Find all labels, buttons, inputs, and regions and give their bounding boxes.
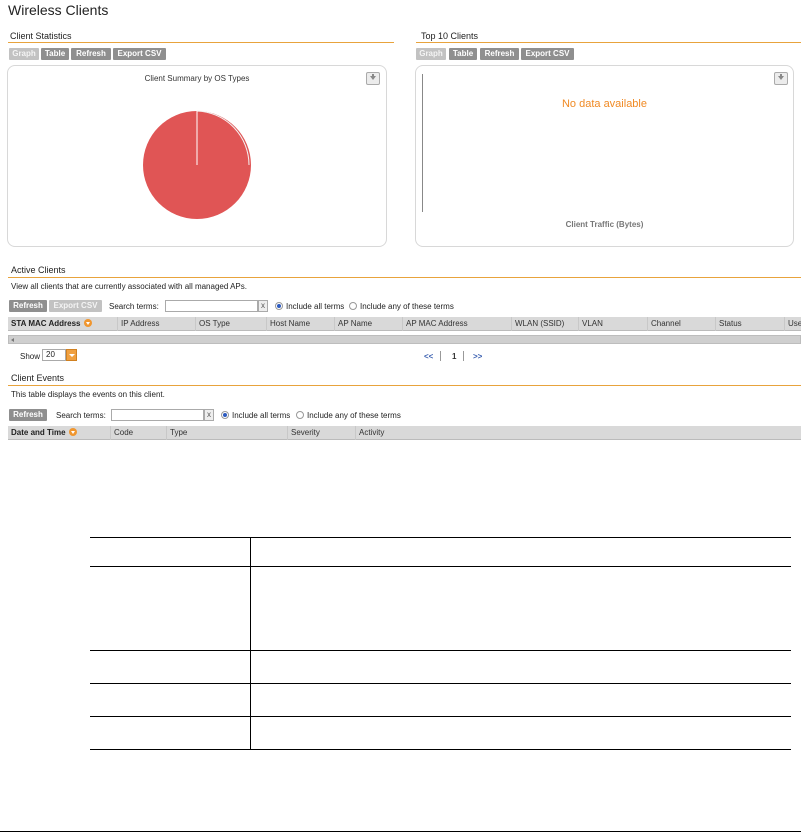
pager-separator: [440, 351, 441, 361]
top-graph-button[interactable]: Graph: [416, 48, 446, 60]
page-title: Wireless Clients: [8, 2, 109, 18]
table-rule: [90, 537, 791, 538]
client-statistics-title: Client Statistics: [10, 31, 72, 41]
table-rule: [90, 650, 791, 651]
top-export-csv-button[interactable]: Export CSV: [521, 48, 574, 60]
sort-icon[interactable]: [83, 319, 92, 327]
events-include-any-radio[interactable]: [296, 411, 304, 419]
active-export-csv-button[interactable]: Export CSV: [49, 300, 102, 312]
show-count-dropdown-icon[interactable]: [66, 349, 77, 361]
top-clients-rule: [416, 42, 801, 43]
active-clear-search-icon[interactable]: x: [258, 300, 268, 312]
client-summary-panel: Client Summary by OS Types: [7, 65, 387, 247]
active-clients-title: Active Clients: [11, 265, 66, 275]
events-include-any-label: Include any of these terms: [307, 411, 401, 420]
events-search-label: Search terms:: [56, 411, 106, 420]
column-os-type[interactable]: OS Type: [195, 317, 268, 331]
column-label: STA MAC Address: [11, 319, 81, 328]
y-axis-line: [422, 74, 423, 212]
table-rule: [90, 566, 791, 567]
table-rule: [90, 749, 791, 750]
column-host-name[interactable]: Host Name: [266, 317, 336, 331]
active-include-all-label: Include all terms: [286, 302, 345, 311]
column-sta-mac-address[interactable]: STA MAC Address: [8, 317, 117, 331]
chart-title: Client Summary by OS Types: [144, 74, 250, 83]
events-include-all-label: Include all terms: [232, 411, 291, 420]
no-data-message: No data available: [561, 98, 647, 110]
export-csv-button[interactable]: Export CSV: [113, 48, 166, 60]
refresh-button[interactable]: Refresh: [71, 48, 111, 60]
horizontal-scrollbar[interactable]: [8, 335, 801, 344]
column-ap-name[interactable]: AP Name: [334, 317, 402, 331]
column-channel[interactable]: Channel: [647, 317, 715, 331]
active-clients-rule: [8, 277, 801, 278]
column-label: Date and Time: [11, 428, 66, 437]
pager-separator: [463, 351, 464, 361]
active-clients-header-row: STA MAC Address IP Address OS Type Host …: [8, 317, 801, 331]
sort-icon[interactable]: [68, 428, 77, 436]
show-label: Show: [20, 352, 41, 361]
table-rule: [90, 716, 791, 717]
top-download-icon[interactable]: [774, 72, 788, 85]
client-events-rule: [8, 385, 801, 386]
x-axis-label: Client Traffic (Bytes): [565, 220, 644, 229]
active-search-label: Search terms:: [109, 302, 159, 311]
top-table-button[interactable]: Table: [449, 48, 477, 60]
column-severity[interactable]: Severity: [287, 426, 355, 440]
client-events-header-row: Date and Time Code Type Severity Activit…: [8, 426, 801, 440]
top-clients-panel: No data available Client Traffic (Bytes): [415, 65, 794, 247]
events-clear-search-icon[interactable]: x: [204, 409, 214, 421]
client-events-title: Client Events: [11, 373, 65, 383]
show-count-select[interactable]: 20: [42, 349, 66, 361]
client-events-description: This table displays the events on this c…: [11, 390, 165, 399]
column-vlan[interactable]: VLAN: [578, 317, 647, 331]
graph-button[interactable]: Graph: [9, 48, 39, 60]
os-types-pie-chart: [143, 110, 251, 219]
column-type[interactable]: Type: [166, 426, 288, 440]
column-ap-mac-address[interactable]: AP MAC Address: [402, 317, 511, 331]
column-ip-address[interactable]: IP Address: [117, 317, 195, 331]
table-rule: [90, 683, 791, 684]
events-include-all-radio[interactable]: [221, 411, 229, 419]
scroll-left-arrow-icon[interactable]: [11, 338, 14, 342]
page-footer-rule: [0, 831, 801, 832]
column-wlan-ssid[interactable]: WLAN (SSID): [511, 317, 578, 331]
pager-prev[interactable]: <<: [424, 352, 433, 361]
top-refresh-button[interactable]: Refresh: [480, 48, 519, 60]
top-clients-title: Top 10 Clients: [421, 31, 479, 41]
column-status[interactable]: Status: [715, 317, 785, 331]
active-clients-description: View all clients that are currently asso…: [11, 282, 247, 291]
column-activity[interactable]: Activity: [355, 426, 801, 440]
active-refresh-button[interactable]: Refresh: [9, 300, 47, 312]
document-table: [90, 537, 791, 750]
events-refresh-button[interactable]: Refresh: [9, 409, 47, 421]
active-include-all-radio[interactable]: [275, 302, 283, 310]
column-date-and-time[interactable]: Date and Time: [8, 426, 110, 440]
active-search-input[interactable]: [165, 300, 258, 312]
column-use[interactable]: Use: [784, 317, 801, 331]
active-include-any-radio[interactable]: [349, 302, 357, 310]
table-button[interactable]: Table: [41, 48, 69, 60]
download-icon[interactable]: [366, 72, 380, 85]
events-search-input[interactable]: [111, 409, 204, 421]
active-include-any-label: Include any of these terms: [360, 302, 454, 311]
pager-next[interactable]: >>: [473, 352, 482, 361]
column-code[interactable]: Code: [110, 426, 166, 440]
pager-current-page[interactable]: 1: [452, 352, 456, 361]
table-column-divider: [250, 537, 251, 750]
client-statistics-rule: [8, 42, 394, 43]
